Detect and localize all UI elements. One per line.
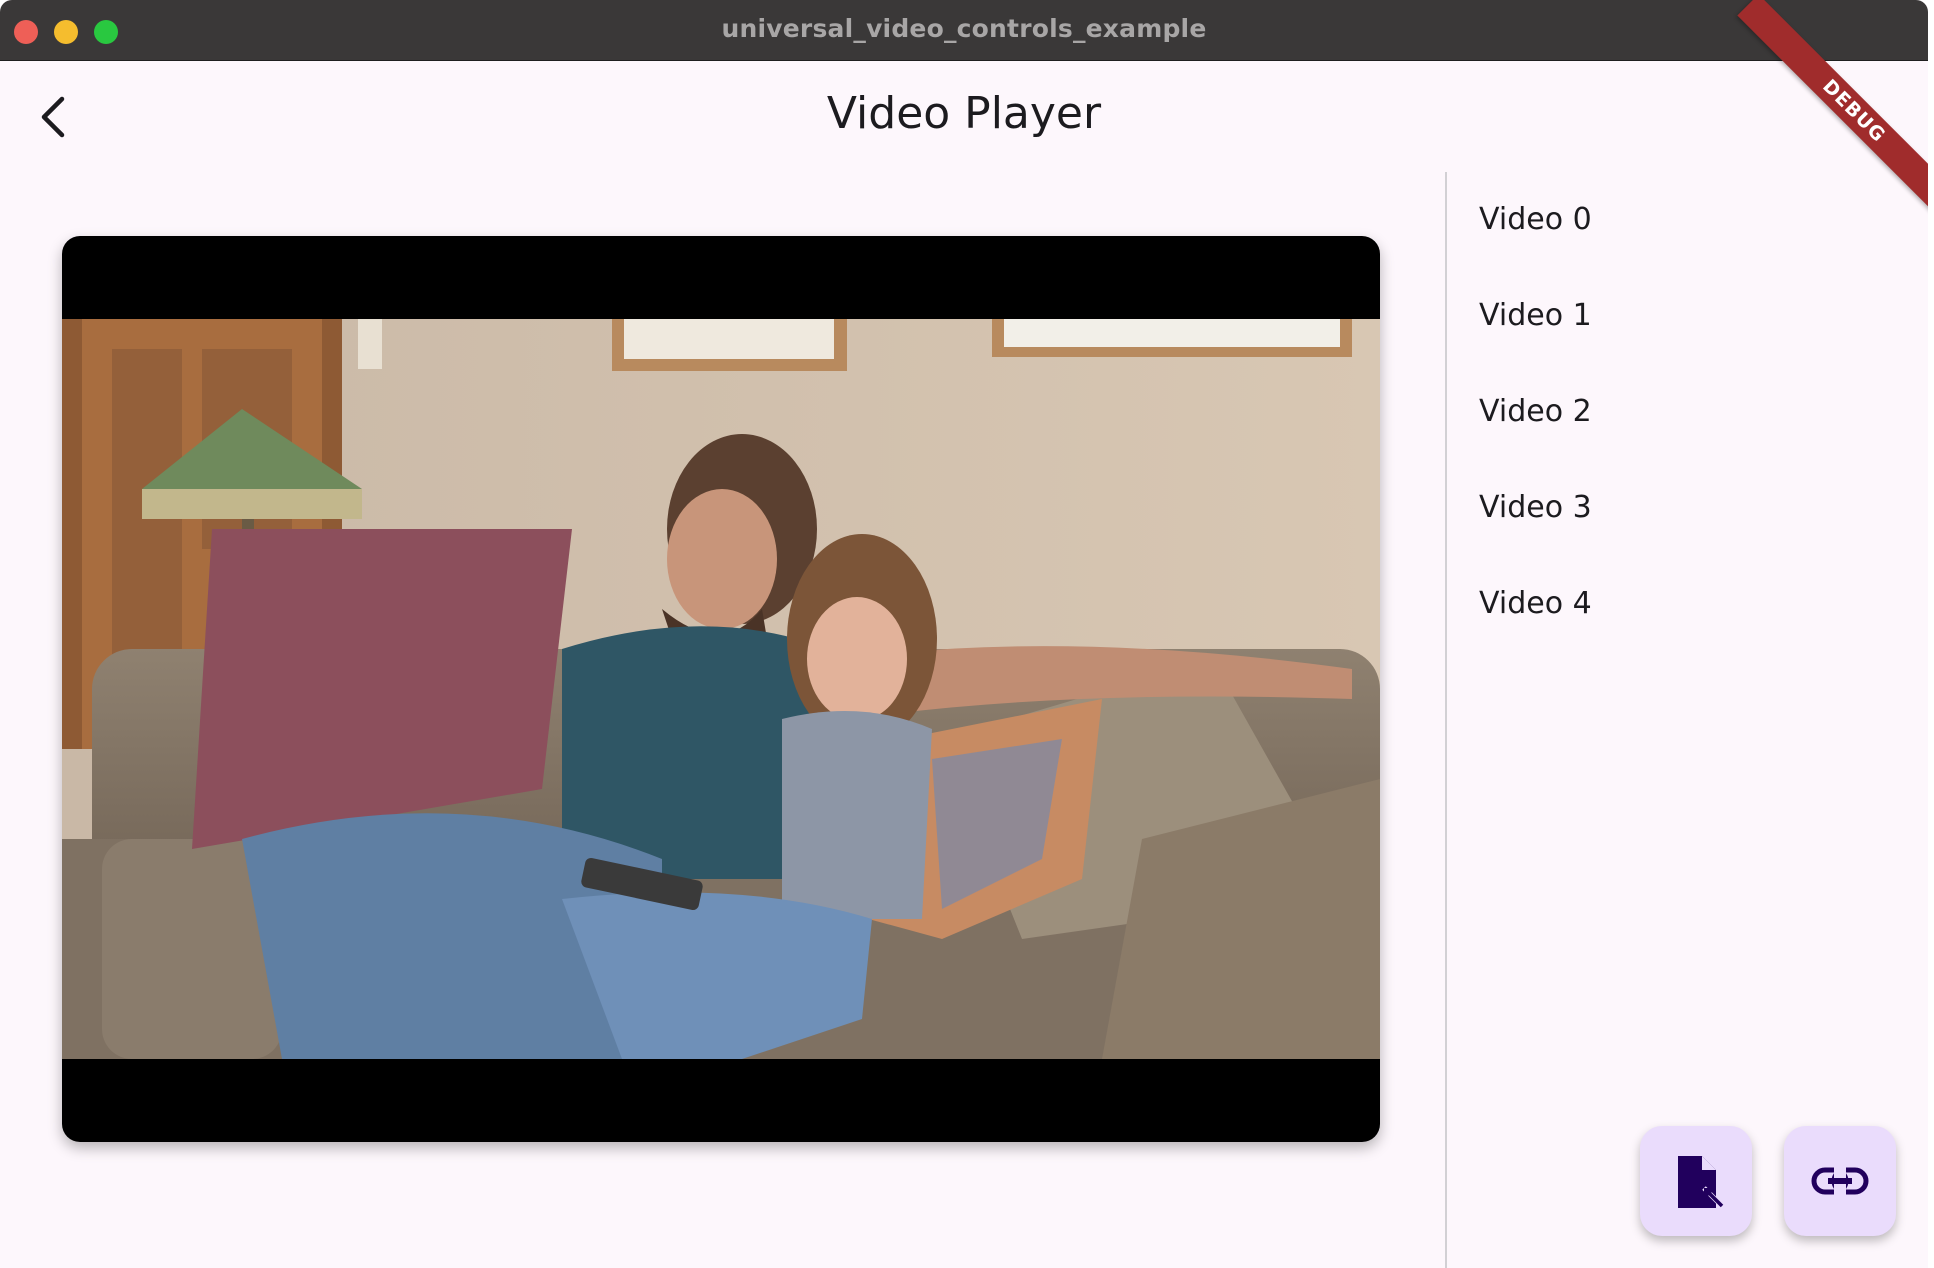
vertical-divider xyxy=(1445,172,1447,1268)
app-window: universal_video_controls_example Video P… xyxy=(0,0,1928,1268)
open-file-button[interactable] xyxy=(1640,1126,1752,1236)
playlist-item-label: Video 4 xyxy=(1479,586,1592,621)
playlist-item-video-3[interactable]: Video 3 xyxy=(1448,460,1928,556)
file-open-icon xyxy=(1678,1156,1724,1208)
link-icon xyxy=(1811,1166,1869,1196)
app-bar: Video Player xyxy=(0,60,1928,172)
playlist-item-label: Video 3 xyxy=(1479,490,1592,525)
playlist-item-video-0[interactable]: Video 0 xyxy=(1448,172,1928,268)
playlist-item-video-2[interactable]: Video 2 xyxy=(1448,364,1928,460)
video-scene-image xyxy=(62,319,1380,1059)
playlist-item-label: Video 1 xyxy=(1479,298,1592,333)
playlist-item-label: Video 0 xyxy=(1479,202,1592,237)
playlist-item-label: Video 2 xyxy=(1479,394,1592,429)
video-frame[interactable] xyxy=(62,319,1380,1059)
video-player[interactable] xyxy=(62,236,1380,1142)
title-bar: universal_video_controls_example xyxy=(0,0,1928,61)
page-title: Video Player xyxy=(826,88,1102,139)
playlist-item-video-1[interactable]: Video 1 xyxy=(1448,268,1928,364)
open-url-button[interactable] xyxy=(1784,1126,1896,1236)
playlist-item-video-4[interactable]: Video 4 xyxy=(1448,556,1928,652)
window-title: universal_video_controls_example xyxy=(721,14,1207,43)
